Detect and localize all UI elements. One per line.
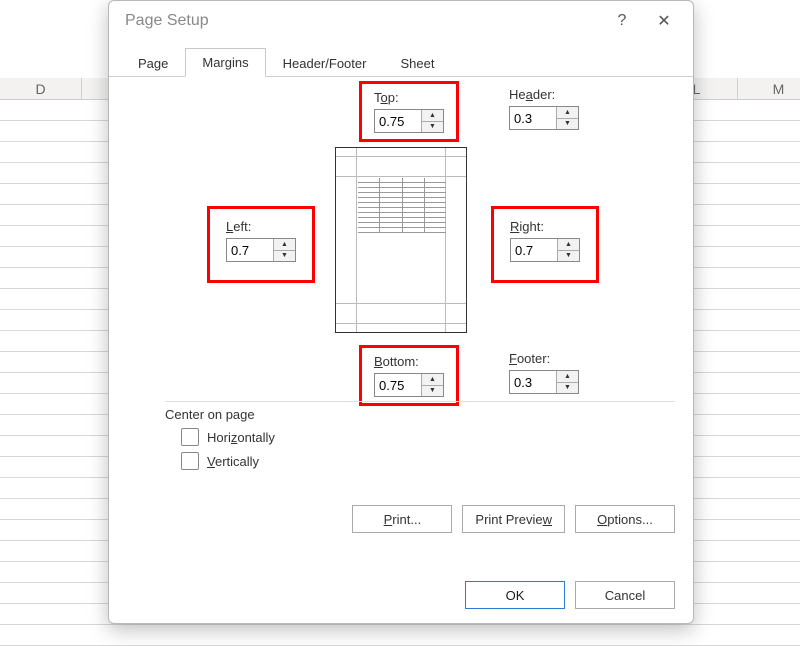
cancel-button[interactable]: Cancel [575, 581, 675, 609]
checkbox-icon [181, 428, 199, 446]
print-preview-button[interactable]: Print Preview [462, 505, 565, 533]
margin-top-label: Top: [374, 90, 444, 105]
margin-top-input[interactable] [375, 110, 421, 132]
spin-buttons: ▲ ▼ [557, 239, 579, 261]
margin-left-group: Left: ▲ ▼ [207, 206, 315, 283]
margin-footer-spinner[interactable]: ▲ ▼ [509, 370, 579, 394]
spin-down-icon[interactable]: ▼ [557, 119, 578, 130]
margin-bottom-label: Bottom: [374, 354, 444, 369]
spin-up-icon[interactable]: ▲ [274, 239, 295, 251]
dialog-footer: OK Cancel [465, 581, 675, 609]
spin-up-icon[interactable]: ▲ [557, 371, 578, 383]
close-icon: ✕ [657, 11, 670, 31]
center-vertically-checkbox[interactable]: Vertically [181, 452, 275, 470]
spin-down-icon[interactable]: ▼ [558, 251, 579, 262]
spin-buttons: ▲ ▼ [556, 371, 578, 393]
margin-footer-group: Footer: ▲ ▼ [509, 351, 579, 394]
margin-footer-input[interactable] [510, 371, 556, 393]
divider [165, 401, 675, 402]
margin-right-spinner[interactable]: ▲ ▼ [510, 238, 580, 262]
margin-footer-label: Footer: [509, 351, 579, 366]
close-button[interactable]: ✕ [643, 3, 685, 39]
spin-up-icon[interactable]: ▲ [558, 239, 579, 251]
center-horizontally-checkbox[interactable]: Horizontally [181, 428, 275, 446]
help-button[interactable]: ? [601, 3, 643, 39]
tab-sheet[interactable]: Sheet [383, 49, 451, 77]
margin-left-input[interactable] [227, 239, 273, 261]
ok-button[interactable]: OK [465, 581, 565, 609]
spin-buttons: ▲ ▼ [421, 110, 443, 132]
col-header[interactable]: D [0, 78, 82, 99]
spin-down-icon[interactable]: ▼ [274, 251, 295, 262]
tab-bar: Page Margins Header/Footer Sheet [109, 47, 693, 77]
titlebar: Page Setup ? ✕ [109, 1, 693, 41]
print-button[interactable]: Print... [352, 505, 452, 533]
spin-down-icon[interactable]: ▼ [557, 383, 578, 394]
spin-buttons: ▲ ▼ [556, 107, 578, 129]
preview-table-icon [358, 178, 446, 233]
spin-up-icon[interactable]: ▲ [557, 107, 578, 119]
tab-margins[interactable]: Margins [185, 48, 265, 77]
checkbox-icon [181, 452, 199, 470]
spin-buttons: ▲ ▼ [273, 239, 295, 261]
page-preview [335, 147, 467, 333]
center-on-page-label: Center on page [165, 407, 275, 422]
col-header[interactable]: M [738, 78, 800, 99]
spin-up-icon[interactable]: ▲ [422, 110, 443, 122]
margin-bottom-spinner[interactable]: ▲ ▼ [374, 373, 444, 397]
margin-top-spinner[interactable]: ▲ ▼ [374, 109, 444, 133]
margin-header-group: Header: ▲ ▼ [509, 87, 579, 130]
margin-header-label: Header: [509, 87, 579, 102]
action-row: Print... Print Preview Options... [352, 505, 675, 533]
center-horizontally-label: Horizontally [207, 430, 275, 445]
dialog-title: Page Setup [125, 12, 601, 30]
margin-left-spinner[interactable]: ▲ ▼ [226, 238, 296, 262]
tab-header-footer[interactable]: Header/Footer [266, 49, 384, 77]
margin-bottom-input[interactable] [375, 374, 421, 396]
center-on-page-group: Center on page Horizontally Vertically [165, 407, 275, 470]
page-setup-dialog: Page Setup ? ✕ Page Margins Header/Foote… [108, 0, 694, 624]
spin-up-icon[interactable]: ▲ [422, 374, 443, 386]
margin-right-group: Right: ▲ ▼ [491, 206, 599, 283]
margin-left-label: Left: [226, 219, 296, 234]
margin-right-input[interactable] [511, 239, 557, 261]
tab-page[interactable]: Page [121, 49, 185, 77]
center-vertically-label: Vertically [207, 454, 259, 469]
margin-bottom-group: Bottom: ▲ ▼ [359, 345, 459, 406]
margin-header-spinner[interactable]: ▲ ▼ [509, 106, 579, 130]
margin-right-label: Right: [510, 219, 580, 234]
margin-top-group: Top: ▲ ▼ [359, 81, 459, 142]
margin-header-input[interactable] [510, 107, 556, 129]
options-button[interactable]: Options... [575, 505, 675, 533]
spin-down-icon[interactable]: ▼ [422, 122, 443, 133]
margins-panel: Top: ▲ ▼ Header: ▲ ▼ Left: [109, 77, 693, 547]
spin-buttons: ▲ ▼ [421, 374, 443, 396]
spin-down-icon[interactable]: ▼ [422, 386, 443, 397]
